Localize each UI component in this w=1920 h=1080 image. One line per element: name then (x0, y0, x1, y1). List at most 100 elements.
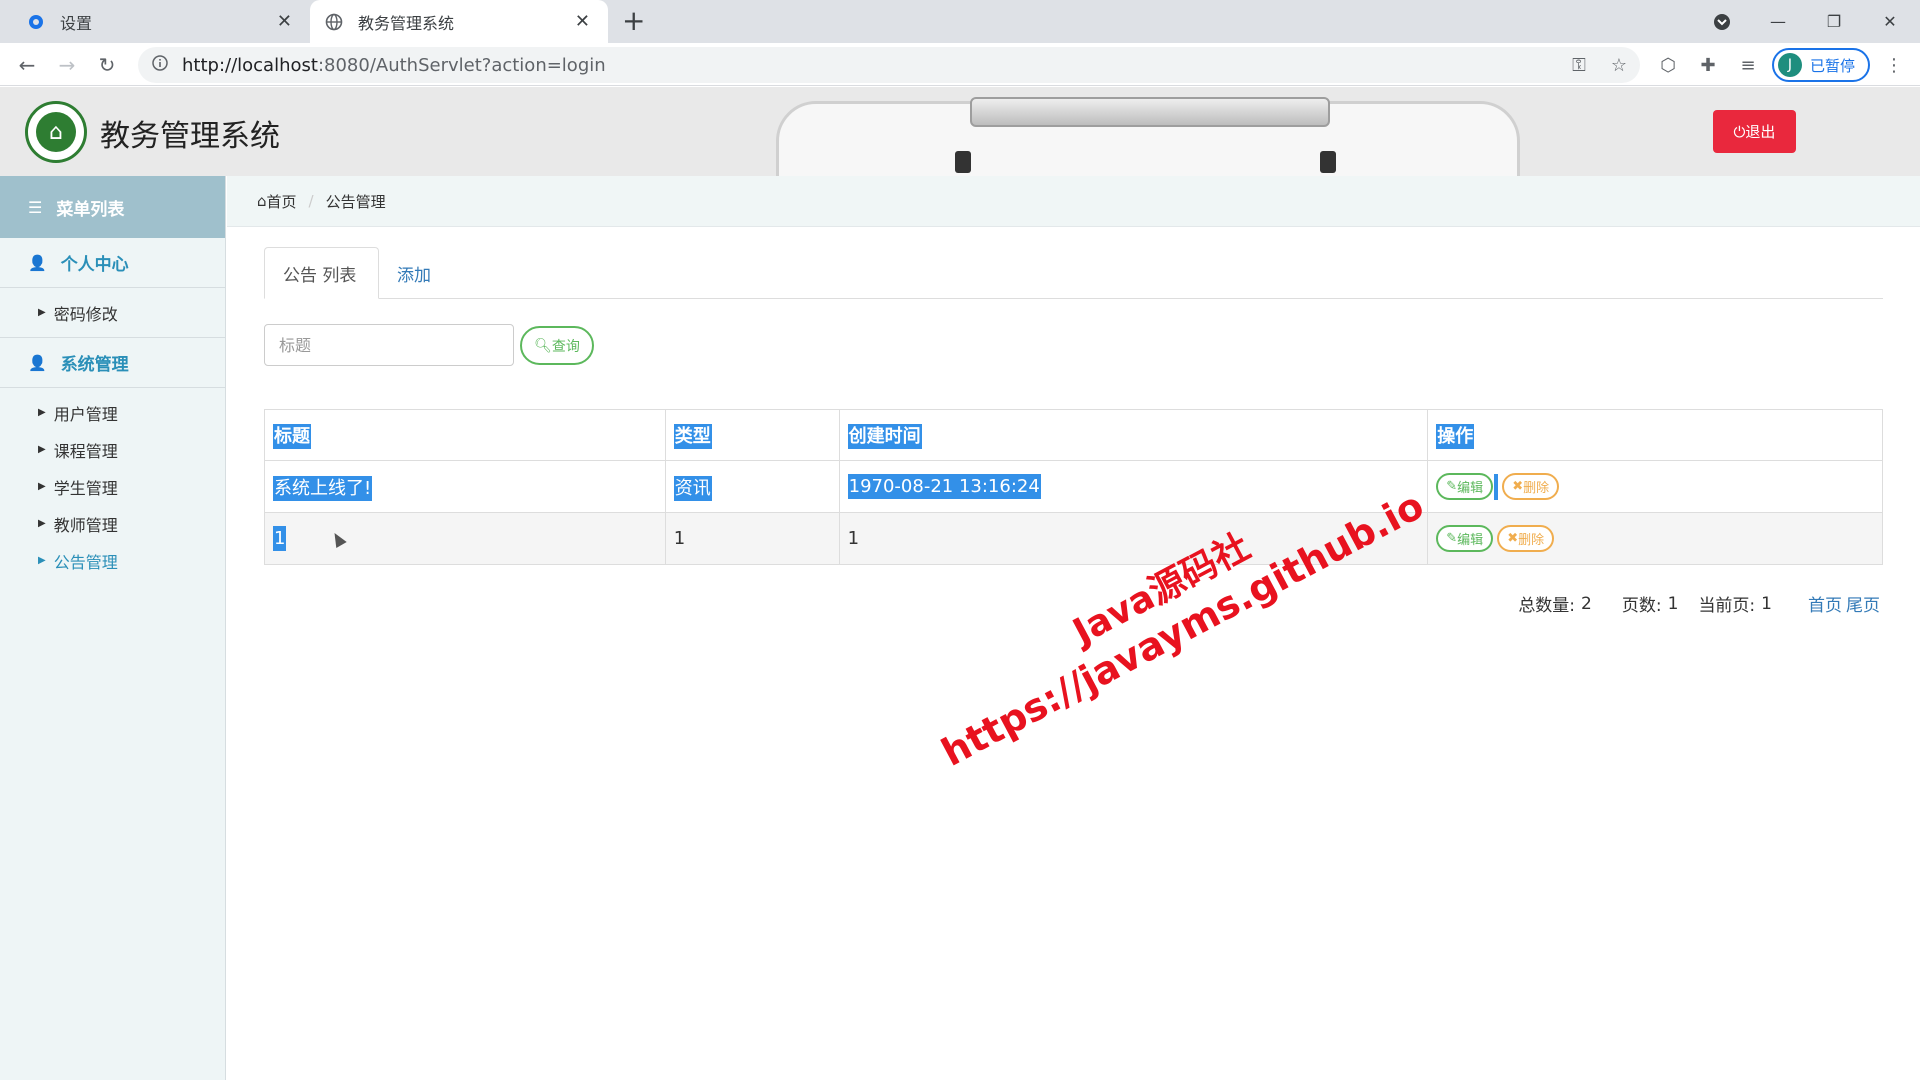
selection-caret (1494, 473, 1499, 500)
sidebar-group-system-items: ▶ 用户管理 ▶ 课程管理 ▶ 学生管理 ▶ 教师管理 ▶ 公告管理 (0, 388, 225, 579)
sidebar-item-label: 学生管理 (53, 478, 118, 498)
column-header-created: 创建时间 (847, 424, 922, 449)
info-icon[interactable] (152, 55, 168, 75)
browser-toolbar: ← → ↻ http://localhost:8080/AuthServlet?… (0, 43, 1920, 86)
pager-current-label: 当前页: (1698, 596, 1756, 616)
browser-tab-label: 设置 (60, 13, 93, 33)
sidebar-header: ☰ 菜单列表 (0, 176, 225, 238)
notice-table: 标题 类型 创建时间 操作 系统上线了! 资讯 1970-08-21 13:16… (264, 409, 1883, 565)
logout-button[interactable]: ⏻ 退出 (1713, 110, 1796, 153)
sidebar-group-personal[interactable]: 👤 个人中心 (0, 238, 225, 288)
cell-type: 资讯 (664, 460, 840, 513)
forward-icon[interactable]: → (51, 49, 83, 81)
cell-type: 1 (664, 512, 840, 565)
avatar: J (1778, 53, 1802, 77)
sidebar-item-label: 密码修改 (53, 304, 118, 324)
minimize-icon[interactable]: — (1750, 0, 1806, 43)
sidebar-item-students[interactable]: ▶ 学生管理 (0, 468, 225, 505)
globe-icon (324, 12, 344, 32)
profile-button[interactable]: J 已暂停 (1772, 48, 1870, 82)
browser-tab-active[interactable]: 教务管理系统 ✕ (310, 0, 608, 43)
caret-right-icon: ▶ (38, 481, 46, 492)
address-bar[interactable]: http://localhost:8080/AuthServlet?action… (138, 47, 1640, 83)
breadcrumb-separator: / (308, 192, 314, 210)
key-icon[interactable]: ⚿ (1563, 49, 1595, 81)
more-menu-icon[interactable]: ⋮ (1878, 49, 1910, 81)
close-icon[interactable]: ✕ (277, 11, 292, 32)
pagination: 总数量: 2 页数: 1 当前页: 1 首页 尾页 (1504, 591, 1880, 617)
gear-icon (26, 12, 46, 32)
sidebar-item-courses[interactable]: ▶ 课程管理 (0, 431, 225, 468)
browser-tab-settings[interactable]: 设置 ✕ (0, 0, 310, 43)
column-header-actions: 操作 (1436, 424, 1475, 449)
edit-label: 编辑 (1457, 533, 1484, 548)
reading-list-icon[interactable]: ≡ (1732, 49, 1764, 81)
sidebar-item-password[interactable]: ▶ 密码修改 (0, 294, 225, 331)
new-tab-icon[interactable]: + (622, 5, 645, 37)
table-row: 系统上线了! 资讯 1970-08-21 13:16:24 ✎ 编辑 ✖ 删除 (264, 460, 1883, 513)
sidebar-item-notices[interactable]: ▶ 公告管理 (0, 542, 225, 579)
table-row: 1 1 1 ✎ 编辑 ✖ 删除 (264, 512, 1883, 565)
sidebar-group-personal-items: ▶ 密码修改 (0, 288, 225, 338)
clip-leg-right (1320, 151, 1336, 173)
window-close-icon[interactable]: ✕ (1862, 0, 1918, 43)
column-header-title: 标题 (273, 424, 311, 449)
close-x-icon: ✖ (1512, 479, 1524, 494)
edit-button[interactable]: ✎ 编辑 (1436, 525, 1494, 552)
star-icon[interactable]: ☆ (1603, 49, 1635, 81)
sidebar-item-users[interactable]: ▶ 用户管理 (0, 394, 225, 431)
sidebar-group-label: 个人中心 (60, 255, 129, 275)
user-icon: 👤 (28, 353, 47, 372)
pager-current: 1 (1761, 593, 1772, 614)
sidebar: ☰ 菜单列表 👤 个人中心 ▶ 密码修改 👤 系统管理 ▶ 用户管理 ▶ 课程管… (0, 176, 226, 1080)
cell-actions: ✎ 编辑 ✖ 删除 (1427, 512, 1883, 565)
back-icon[interactable]: ← (11, 49, 43, 81)
breadcrumb-home[interactable]: 首页 (267, 191, 297, 212)
pager-last-link[interactable]: 尾页 (1846, 591, 1880, 616)
cell-created-text: 1970-08-21 13:16:24 (847, 474, 1041, 499)
caret-right-icon: ▶ (38, 407, 46, 418)
cell-created-text: 1 (847, 528, 860, 549)
search-button[interactable]: 🔍︎ 查询 (520, 326, 594, 365)
profile-status: 已暂停 (1810, 56, 1856, 75)
tab-notice-list[interactable]: 公告 列表 (264, 247, 379, 299)
pager-first-link[interactable]: 首页 (1808, 591, 1842, 616)
logout-label: 退出 (1745, 123, 1776, 141)
sidebar-group-system[interactable]: 👤 系统管理 (0, 338, 225, 388)
clip-leg-left (955, 151, 971, 173)
extension-shield-icon[interactable]: ⬡ (1652, 49, 1684, 81)
app-title: 教务管理系统 (100, 119, 280, 154)
sidebar-item-teachers[interactable]: ▶ 教师管理 (0, 505, 225, 542)
edit-label: 编辑 (1457, 481, 1484, 496)
content-tabs: 公告 列表 添加 (264, 247, 1883, 299)
column-header: 操作 (1427, 409, 1883, 461)
close-icon[interactable]: ✕ (575, 11, 590, 32)
delete-button[interactable]: ✖ 删除 (1502, 473, 1560, 500)
url-path: :8080/AuthServlet?action=login (317, 54, 606, 76)
tab-search-icon[interactable] (1694, 0, 1750, 43)
column-header-type: 类型 (673, 424, 712, 449)
breadcrumb: ⌂ 首页 / 公告管理 (227, 176, 1920, 227)
tab-add[interactable]: 添加 (379, 247, 449, 299)
restore-icon[interactable]: ❐ (1806, 0, 1862, 43)
clipboard-clip-image (970, 97, 1330, 127)
delete-button[interactable]: ✖ 删除 (1497, 525, 1555, 552)
caret-right-icon: ▶ (38, 444, 46, 455)
sidebar-item-label: 课程管理 (53, 441, 118, 461)
puzzle-icon[interactable]: ✚ (1692, 49, 1724, 81)
search-icon: 🔍︎ (534, 337, 552, 354)
breadcrumb-current: 公告管理 (325, 192, 386, 211)
url-host: http://localhost (182, 54, 318, 76)
app-header: ⌂ 教务管理系统 ⏻ 退出 (0, 87, 1920, 176)
close-x-icon: ✖ (1507, 531, 1519, 546)
cell-title: 系统上线了! (264, 460, 666, 513)
title-search-input[interactable] (264, 324, 514, 366)
reload-icon[interactable]: ↻ (91, 49, 123, 81)
home-icon: ⌂ (257, 192, 267, 210)
edit-button[interactable]: ✎ 编辑 (1436, 473, 1494, 500)
pager-total: 2 (1581, 593, 1592, 614)
pager-pages: 1 (1667, 593, 1679, 614)
browser-tabstrip: 设置 ✕ 教务管理系统 ✕ + — ❐ ✕ (0, 0, 1920, 43)
column-header: 创建时间 (838, 409, 1429, 461)
cell-actions: ✎ 编辑 ✖ 删除 (1427, 460, 1883, 513)
